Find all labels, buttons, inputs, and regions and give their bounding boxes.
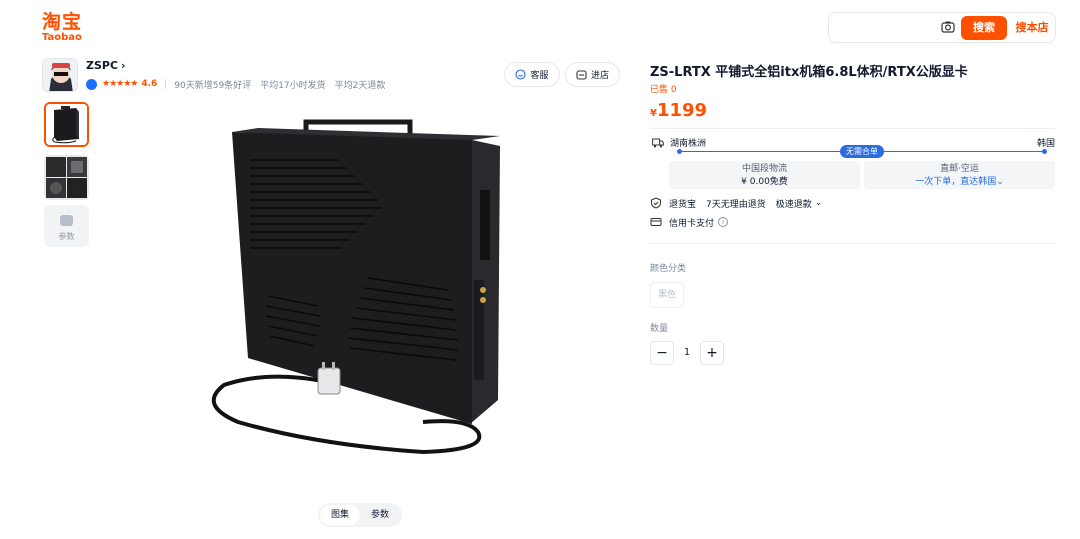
quantity-plus-button[interactable]: + bbox=[700, 341, 724, 365]
avatar-image bbox=[43, 59, 77, 91]
divider bbox=[650, 128, 1055, 129]
credit-card-payment: 信用卡支付 bbox=[669, 218, 715, 229]
search-bar: 搜索 搜本店 bbox=[828, 12, 1056, 43]
direct-mail-detail[interactable]: 一次下单，直达韩国⌄ bbox=[864, 176, 1055, 188]
price: ¥1199 bbox=[650, 100, 707, 121]
rating-stars-icon: ★★★★★ bbox=[102, 79, 138, 89]
thumb-image bbox=[44, 155, 89, 200]
logo-en: Taobao bbox=[42, 32, 82, 43]
ship-to: 韩国 bbox=[1036, 139, 1055, 149]
service-row: 退货宝 7天无理由退货 极速退款 ⌄ bbox=[650, 196, 822, 210]
domestic-logistics-title: 中国段物流 bbox=[741, 164, 787, 174]
main-product-image[interactable] bbox=[168, 100, 552, 492]
camera-icon[interactable] bbox=[941, 20, 955, 34]
payment-row: 信用卡支付 i bbox=[650, 215, 729, 229]
params-icon bbox=[60, 215, 73, 226]
params-thumb-label: 参数 bbox=[58, 232, 75, 241]
quantity-value[interactable]: 1 bbox=[674, 341, 700, 365]
sold-count: 已售 0 bbox=[650, 85, 677, 95]
quantity-stepper: − 1 + bbox=[650, 341, 724, 365]
tab-gallery[interactable]: 图集 bbox=[320, 505, 360, 525]
search-input[interactable] bbox=[837, 19, 933, 37]
color-label: 颜色分类 bbox=[650, 264, 687, 274]
price-currency: ¥ bbox=[650, 108, 657, 119]
taobao-logo[interactable]: 淘宝 Taobao bbox=[42, 12, 88, 43]
shop-avatar[interactable] bbox=[42, 58, 78, 92]
thumb-image bbox=[46, 104, 87, 145]
divider bbox=[650, 243, 1055, 244]
quantity-minus-button[interactable]: − bbox=[650, 341, 674, 365]
return-insurance: 退货宝 bbox=[669, 199, 697, 210]
shop-meta: ★★★★★ 4.6 90天新增59条好评 平均17小时发货 平均2天退款 bbox=[86, 77, 394, 91]
shop-stat-reviews: 90天新增59条好评 bbox=[174, 80, 252, 91]
domestic-logistics-segment: 中国段物流 ¥ 0.00免费 bbox=[669, 161, 860, 189]
shop-rating: 4.6 bbox=[141, 79, 158, 89]
credit-card-icon bbox=[650, 218, 662, 226]
search-button[interactable]: 搜索 bbox=[961, 16, 1007, 40]
quantity-label: 数量 bbox=[650, 324, 669, 334]
customer-service-button[interactable]: 客服 bbox=[504, 62, 560, 87]
customer-service-label: 客服 bbox=[530, 71, 549, 81]
chevron-right-icon: › bbox=[121, 59, 126, 72]
info-icon[interactable]: i bbox=[718, 217, 729, 227]
price-value: 1199 bbox=[656, 100, 708, 121]
direct-mail-segment[interactable]: 直邮·空运 一次下单，直达韩国⌄ bbox=[864, 161, 1055, 189]
no-merge-badge: 无需合单 bbox=[840, 145, 884, 158]
gallery-tabs: 图集 参数 bbox=[318, 503, 402, 527]
enter-store-button[interactable]: 进店 bbox=[565, 62, 620, 87]
chevron-down-icon[interactable]: ⌄ bbox=[815, 198, 823, 208]
shop-stat-shipping: 平均17小时发货 bbox=[260, 80, 326, 91]
store-icon bbox=[576, 70, 587, 80]
shop-name: ZSPC bbox=[86, 59, 119, 72]
gallery-thumb-params[interactable]: 参数 bbox=[44, 205, 89, 247]
divider bbox=[165, 79, 167, 89]
gallery-thumb-2[interactable] bbox=[44, 155, 89, 200]
return-shield-icon bbox=[651, 197, 661, 209]
color-option-black[interactable]: 黑色 bbox=[650, 282, 684, 308]
product-title: ZS-LRTX 平铺式全铝itx机箱6.8L体积/RTX公版显卡 bbox=[650, 65, 968, 80]
logo-cn: 淘宝 bbox=[42, 11, 83, 33]
shop-stat-refund: 平均2天退款 bbox=[334, 80, 386, 91]
headset-icon bbox=[515, 69, 527, 80]
tab-params[interactable]: 参数 bbox=[360, 505, 400, 525]
no-reason-return: 7天无理由退货 bbox=[706, 199, 766, 210]
enter-store-label: 进店 bbox=[590, 71, 609, 81]
shop-name-link[interactable]: ZSPC › bbox=[86, 59, 126, 72]
domestic-logistics-fee: ¥ 0.00免费 bbox=[741, 177, 788, 187]
direct-mail-title: 直邮·空运 bbox=[940, 164, 979, 174]
gallery-thumb-1[interactable] bbox=[44, 102, 89, 147]
verified-badge-icon bbox=[86, 78, 97, 90]
fast-refund[interactable]: 极速退款 bbox=[776, 197, 812, 210]
truck-icon bbox=[652, 138, 664, 148]
route-start-dot bbox=[677, 149, 682, 154]
route-end-dot bbox=[1042, 149, 1047, 154]
ship-from: 湖南株洲 bbox=[670, 139, 707, 149]
search-store-button[interactable]: 搜本店 bbox=[1011, 16, 1053, 40]
